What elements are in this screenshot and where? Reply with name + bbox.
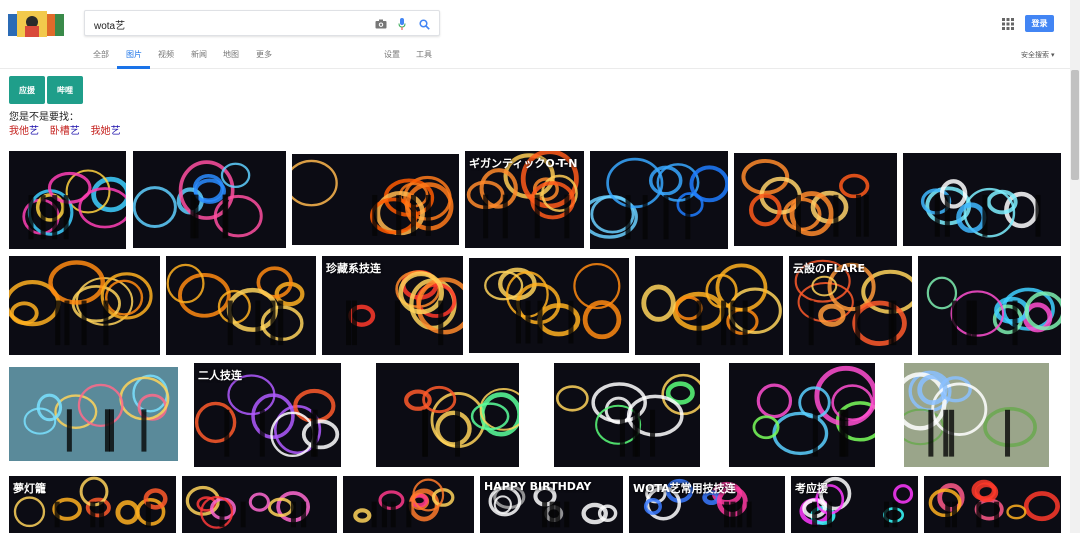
scrollbar-thumb[interactable]: [1071, 70, 1079, 180]
image-caption: 珍藏系技连: [326, 262, 381, 275]
image-1-5[interactable]: [590, 151, 728, 249]
suggestion-link[interactable]: 卧槽艺: [50, 126, 80, 137]
microphone-icon[interactable]: [394, 16, 410, 32]
search-box: [84, 10, 440, 36]
suggestion-link[interactable]: 我他艺: [9, 126, 39, 137]
image-caption: ギガンティックO-T-N: [469, 157, 578, 170]
image-caption: 夢灯籠: [13, 482, 46, 495]
tab-images[interactable]: 图片: [126, 49, 142, 60]
image-4-5[interactable]: WOTA艺常用技技连: [629, 476, 785, 533]
tab-settings[interactable]: 设置: [384, 49, 400, 60]
related-chip-bili[interactable]: 哔哩: [47, 76, 83, 104]
image-2-5[interactable]: [635, 256, 783, 355]
image-4-7[interactable]: [924, 476, 1061, 533]
image-caption: HAPPY BIRTHDAY: [484, 480, 592, 493]
search-icon[interactable]: [416, 16, 432, 32]
safe-search-dropdown[interactable]: 安全搜索 ▾: [1021, 50, 1054, 60]
image-3-3[interactable]: [376, 363, 519, 467]
image-3-6[interactable]: [904, 363, 1049, 467]
login-button[interactable]: 登录: [1025, 15, 1054, 32]
image-4-1[interactable]: 夢灯籠: [9, 476, 176, 533]
suggestions: 我他艺 卧槽艺 我她艺: [9, 122, 129, 137]
tab-videos[interactable]: 视频: [158, 49, 174, 60]
image-4-6[interactable]: 考应援: [791, 476, 918, 533]
image-2-1[interactable]: [9, 256, 160, 355]
related-chip-yingyuan[interactable]: 应援: [9, 76, 45, 104]
image-1-6[interactable]: [734, 153, 897, 246]
image-4-3[interactable]: [343, 476, 474, 533]
image-2-7[interactable]: [918, 256, 1061, 355]
tab-tools[interactable]: 工具: [416, 49, 432, 60]
image-1-4[interactable]: ギガンティックO-T-N: [465, 151, 584, 248]
image-3-4[interactable]: [554, 363, 700, 467]
active-tab-indicator: [117, 66, 150, 69]
image-1-2[interactable]: [133, 151, 286, 248]
image-caption: WOTA艺常用技技连: [633, 482, 736, 495]
suggestion-link[interactable]: 我她艺: [91, 126, 121, 137]
image-2-2[interactable]: [166, 256, 316, 355]
search-input[interactable]: [94, 16, 364, 32]
image-caption: 二人技连: [198, 369, 242, 382]
image-1-3[interactable]: [292, 154, 459, 245]
image-caption: 考应援: [795, 482, 828, 495]
image-2-4[interactable]: [469, 258, 629, 353]
image-4-4[interactable]: HAPPY BIRTHDAY: [480, 476, 623, 533]
image-1-1[interactable]: [9, 151, 126, 249]
image-caption: 云設のFLARE: [793, 262, 866, 275]
search-engine-logo[interactable]: [8, 11, 64, 37]
image-search-page: 登录 全部 图片 视频 新闻 地图 更多 设置 工具 安全搜索 ▾ 应援 哔哩 …: [0, 0, 1080, 533]
image-3-1[interactable]: [9, 367, 178, 461]
tab-more[interactable]: 更多: [256, 49, 272, 60]
tab-news[interactable]: 新闻: [191, 49, 207, 60]
image-4-2[interactable]: [182, 476, 337, 533]
image-3-5[interactable]: [729, 363, 875, 467]
did-you-mean-label: 您是不是要找：: [9, 112, 79, 123]
image-2-6[interactable]: 云設のFLARE: [789, 256, 912, 355]
image-1-7[interactable]: [903, 153, 1061, 246]
tab-all[interactable]: 全部: [93, 49, 109, 60]
image-3-2[interactable]: 二人技连: [194, 363, 341, 467]
scrollbar[interactable]: [1070, 0, 1080, 533]
camera-icon[interactable]: [373, 16, 389, 32]
header: 登录 全部 图片 视频 新闻 地图 更多 设置 工具 安全搜索 ▾: [0, 0, 1070, 69]
tab-maps[interactable]: 地图: [223, 49, 239, 60]
apps-grid-icon[interactable]: [1002, 18, 1014, 30]
image-2-3[interactable]: 珍藏系技连: [322, 256, 463, 355]
